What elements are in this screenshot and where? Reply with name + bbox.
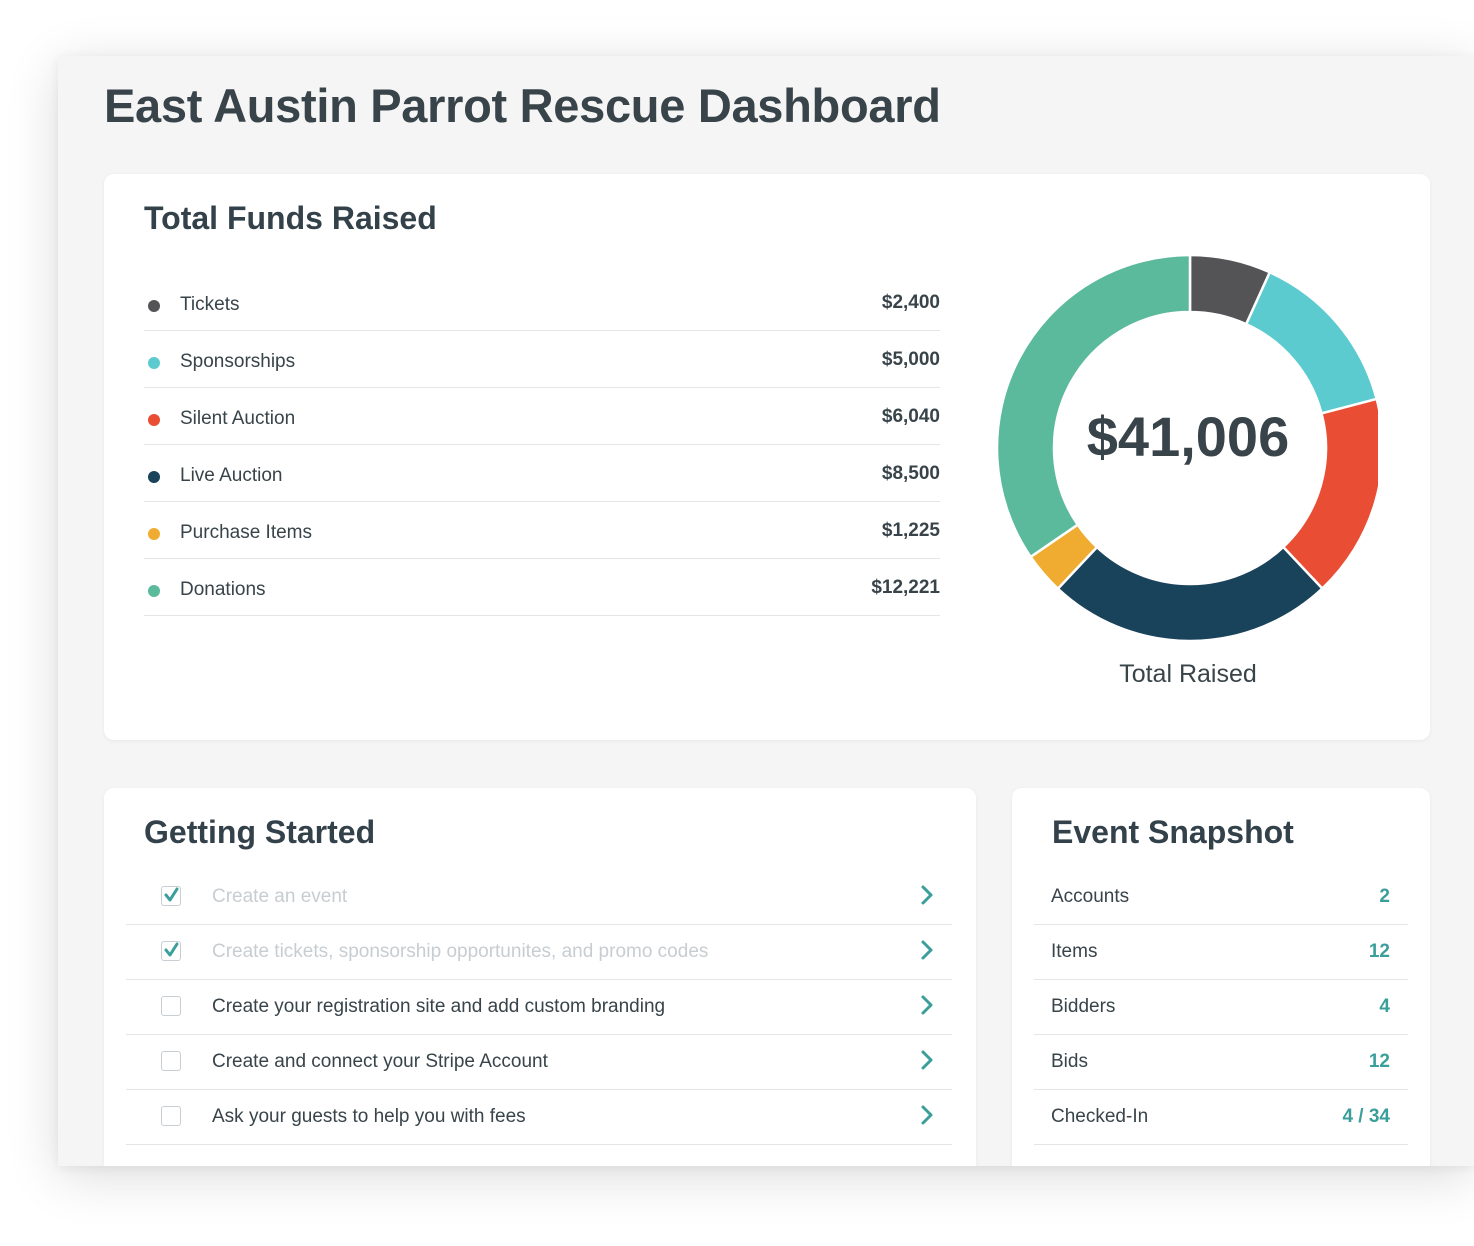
- stat-value: 12: [1368, 1051, 1390, 1072]
- stat-label: Checked-In: [1051, 1106, 1149, 1127]
- legend-dot-silent-auction: [148, 414, 160, 426]
- task-label: Create tickets, sponsorship opportunites…: [212, 941, 709, 962]
- fund-value-live-auction: $8,500: [881, 463, 940, 484]
- donut-slice-live-auction: [1056, 545, 1325, 643]
- fund-label-silent-auction: Silent Auction: [180, 408, 296, 429]
- stat-value: 2: [1379, 886, 1390, 907]
- stat-label: Bids: [1051, 1051, 1088, 1072]
- dashboard-window: East Austin Parrot Rescue Dashboard Tota…: [58, 56, 1474, 1166]
- fund-value-donations: $12,221: [871, 577, 940, 598]
- task-checkbox[interactable]: [161, 941, 181, 961]
- legend-dot-donations: [148, 585, 160, 597]
- event-snapshot-card: Event Snapshot Accounts 2 Items 12 Bidde…: [1012, 788, 1430, 1166]
- task-row[interactable]: Create tickets, sponsorship opportunites…: [126, 925, 952, 980]
- task-label: Create and connect your Stripe Account: [212, 1051, 548, 1072]
- task-row[interactable]: Create your registration site and add cu…: [126, 980, 952, 1035]
- chevron-right-icon[interactable]: [920, 939, 934, 966]
- checkmark-icon: [164, 887, 179, 902]
- fund-row-tickets: Tickets $2,400: [144, 274, 940, 331]
- chevron-right-icon[interactable]: [920, 884, 934, 911]
- donut-slice-sponsorships: [1244, 270, 1378, 415]
- donut-chart: $41,006: [998, 254, 1398, 654]
- task-label: Create your registration site and add cu…: [212, 996, 666, 1017]
- legend-dot-live-auction: [148, 471, 160, 483]
- chevron-right-icon[interactable]: [920, 994, 934, 1021]
- funds-title: Total Funds Raised: [144, 200, 437, 236]
- task-row[interactable]: Ask your guests to help you with fees: [126, 1090, 952, 1145]
- chevron-right-icon[interactable]: [920, 1049, 934, 1076]
- stat-row-checked-in: Checked-In 4 / 34: [1034, 1090, 1408, 1145]
- stat-row-bidders: Bidders 4: [1034, 980, 1408, 1035]
- task-row[interactable]: Create and connect your Stripe Account: [126, 1035, 952, 1090]
- fund-row-silent-auction: Silent Auction $6,040: [144, 388, 940, 445]
- getting-started-title: Getting Started: [144, 814, 376, 850]
- task-checkbox[interactable]: [161, 886, 181, 906]
- total-funds-card: Total Funds Raised Tickets $2,400 Sponso…: [104, 174, 1430, 740]
- fund-row-sponsorships: Sponsorships $5,000: [144, 331, 940, 388]
- stat-row-items: Items 12: [1034, 925, 1408, 980]
- checkmark-icon: [164, 942, 179, 957]
- fund-label-live-auction: Live Auction: [180, 465, 283, 486]
- fund-row-donations: Donations $12,221: [144, 559, 940, 616]
- stat-value: 4: [1379, 996, 1390, 1017]
- funds-list: Tickets $2,400 Sponsorships $5,000 Silen…: [144, 274, 940, 616]
- fund-label-purchase-items: Purchase Items: [180, 522, 312, 543]
- task-row[interactable]: Create an event: [126, 870, 952, 925]
- stat-value: 12: [1368, 941, 1390, 962]
- task-label: Create an event: [212, 886, 348, 907]
- fund-value-tickets: $2,400: [881, 292, 940, 313]
- fund-value-silent-auction: $6,040: [881, 406, 940, 427]
- donut-caption: Total Raised: [1119, 660, 1257, 688]
- task-checkbox[interactable]: [161, 1106, 181, 1126]
- snapshot-stats: Accounts 2 Items 12 Bidders 4 Bids 12 Ch…: [1034, 870, 1408, 1145]
- fund-label-tickets: Tickets: [180, 294, 240, 315]
- fund-value-sponsorships: $5,000: [881, 349, 940, 370]
- task-checkbox[interactable]: [161, 996, 181, 1016]
- snapshot-title: Event Snapshot: [1052, 814, 1294, 850]
- fund-label-sponsorships: Sponsorships: [180, 351, 296, 372]
- fund-label-donations: Donations: [180, 579, 266, 600]
- task-list: Create an event Create tickets, sponsors…: [126, 870, 952, 1145]
- stat-label: Items: [1051, 941, 1098, 962]
- getting-started-card: Getting Started Create an event Create t…: [104, 788, 976, 1166]
- stat-label: Accounts: [1051, 886, 1130, 907]
- stat-row-bids: Bids 12: [1034, 1035, 1408, 1090]
- legend-dot-sponsorships: [148, 357, 160, 369]
- donut-total: $41,006: [1086, 405, 1290, 468]
- fund-row-purchase-items: Purchase Items $1,225: [144, 502, 940, 559]
- stat-value: 4 / 34: [1342, 1106, 1390, 1127]
- stat-row-accounts: Accounts 2: [1034, 870, 1408, 925]
- fund-value-purchase-items: $1,225: [881, 520, 940, 541]
- page-title: East Austin Parrot Rescue Dashboard: [104, 79, 941, 132]
- fund-row-live-auction: Live Auction $8,500: [144, 445, 940, 502]
- legend-dot-tickets: [148, 300, 160, 312]
- chevron-right-icon[interactable]: [920, 1104, 934, 1131]
- task-label: Ask your guests to help you with fees: [212, 1106, 526, 1127]
- task-checkbox[interactable]: [161, 1051, 181, 1071]
- stat-label: Bidders: [1051, 996, 1116, 1017]
- legend-dot-purchase-items: [148, 528, 160, 540]
